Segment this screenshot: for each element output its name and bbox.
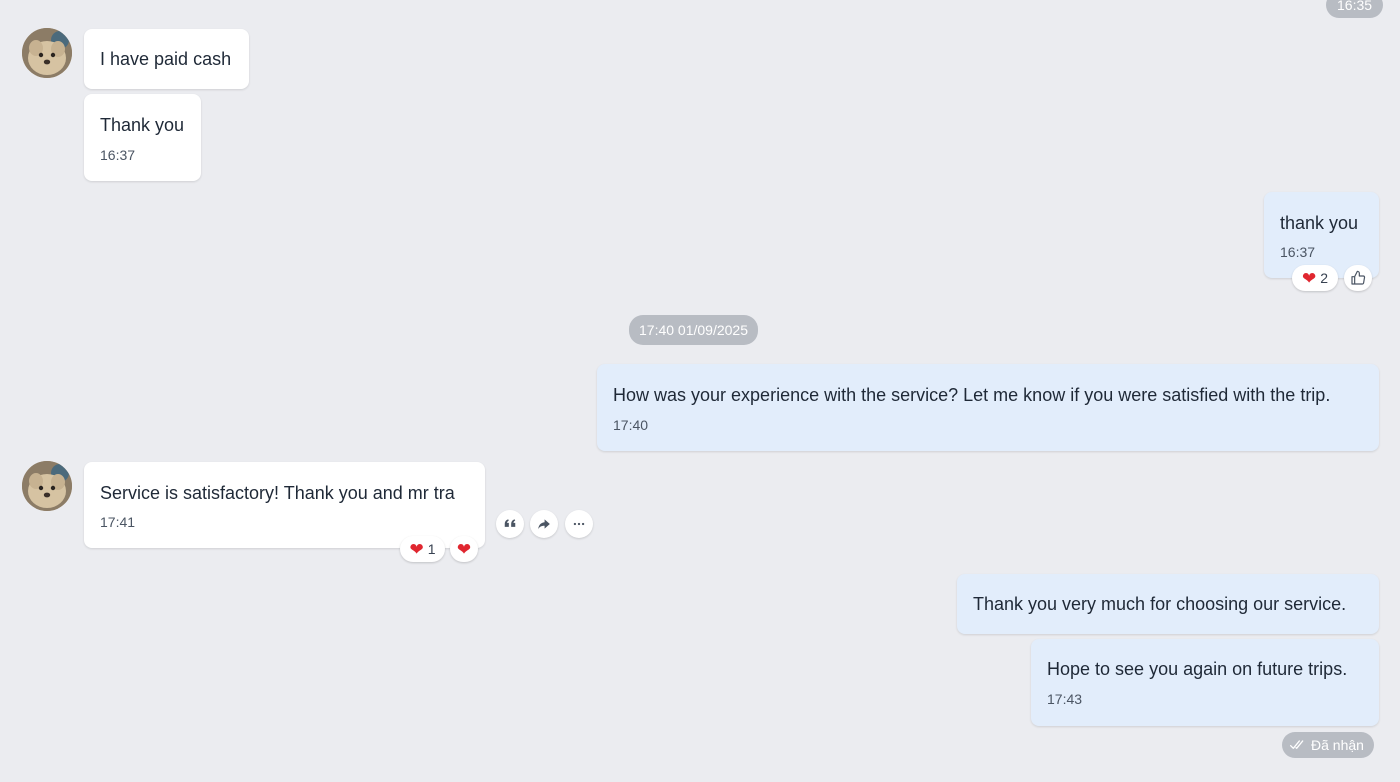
message-text: How was your experience with the service… <box>613 385 1331 405</box>
quote-button[interactable] <box>496 510 524 538</box>
delivery-status-label: Đã nhận <box>1311 737 1364 753</box>
more-icon <box>573 522 585 526</box>
heart-icon: ❤ <box>409 539 424 559</box>
message-bubble[interactable]: How was your experience with the service… <box>597 364 1379 451</box>
message-text: Hope to see you again on future trips. <box>1047 659 1348 679</box>
reaction-count: 1 <box>427 541 436 557</box>
more-button[interactable] <box>565 510 593 538</box>
quote-icon <box>504 519 516 527</box>
like-button[interactable] <box>1344 265 1372 291</box>
message-time: 16:37 <box>1280 244 1316 260</box>
time-pill-label: 16:35 <box>1337 0 1373 13</box>
share-icon <box>538 519 550 530</box>
message-text: thank you <box>1280 213 1359 233</box>
heart-react-button[interactable]: ❤ <box>450 536 478 562</box>
message-bubble[interactable]: Thank you very much for choosing our ser… <box>957 574 1379 634</box>
message-bubble[interactable]: Hope to see you again on future trips. 1… <box>1031 639 1379 726</box>
message-text: Thank you <box>100 115 185 135</box>
message-time: 16:37 <box>100 147 136 163</box>
thumbs-up-icon <box>1351 270 1366 285</box>
message-text: Service is satisfactory! Thank you and m… <box>100 483 455 503</box>
message-bubble[interactable]: I have paid cash <box>84 29 249 89</box>
message-time: 17:40 <box>613 417 649 433</box>
date-separator-label: 17:40 01/09/2025 <box>639 322 748 338</box>
message-time: 17:43 <box>1047 691 1083 707</box>
heart-icon: ❤ <box>1301 268 1317 288</box>
message-time: 17:41 <box>100 514 136 530</box>
delivery-status: Đã nhận <box>1282 732 1374 758</box>
contact-avatar[interactable] <box>22 28 72 78</box>
double-check-icon <box>1290 740 1304 749</box>
reaction-count: 2 <box>1320 270 1329 286</box>
message-text: Thank you very much for choosing our ser… <box>973 594 1347 614</box>
time-pill: 16:35 <box>1326 0 1384 18</box>
date-separator: 17:40 01/09/2025 <box>629 315 758 345</box>
reaction-summary[interactable]: ❤ 2 <box>1292 265 1338 291</box>
message-text: I have paid cash <box>100 49 232 69</box>
heart-icon: ❤ <box>456 539 472 559</box>
share-button[interactable] <box>530 510 558 538</box>
reaction-summary[interactable]: ❤ 1 <box>400 536 445 562</box>
contact-avatar[interactable] <box>22 461 72 511</box>
message-bubble[interactable]: Thank you 16:37 <box>84 94 201 181</box>
